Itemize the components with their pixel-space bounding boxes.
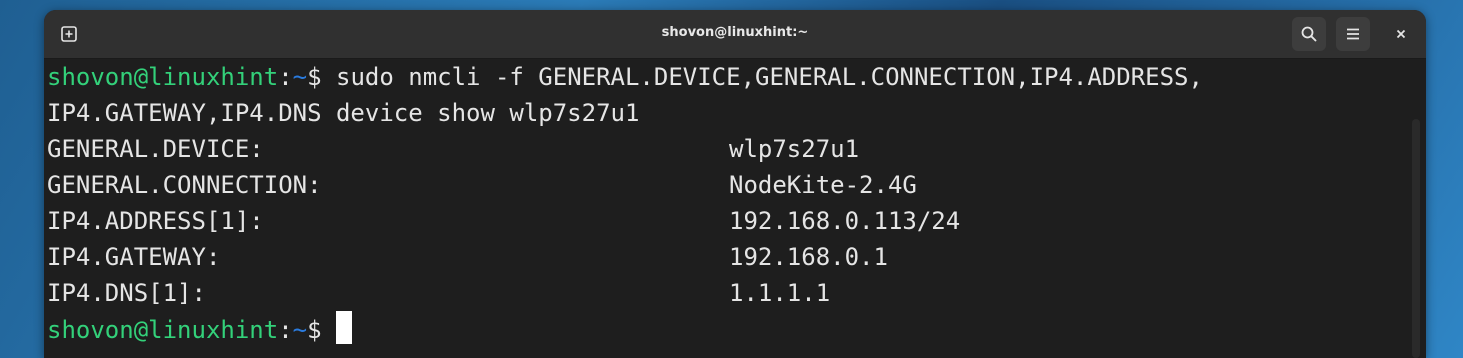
output-row: GENERAL.DEVICE: wlp7s27u1 <box>47 131 1426 167</box>
command-text: sudo nmcli -f GENERAL.DEVICE,GENERAL.CON… <box>336 63 1203 91</box>
command-line-2: IP4.GATEWAY,IP4.DNS device show wlp7s27u… <box>47 99 640 127</box>
scrollbar[interactable] <box>1412 119 1420 358</box>
prompt-path: ~ <box>292 316 308 344</box>
desktop-background: shovon@linuxhint:~ shovon@linuxhint:~$ s… <box>0 0 1463 358</box>
prompt-sign: $ <box>307 63 336 91</box>
window-title: shovon@linuxhint:~ <box>661 25 809 40</box>
prompt-path: ~ <box>292 63 308 91</box>
terminal-output-area[interactable]: shovon@linuxhint:~$ sudo nmcli -f GENERA… <box>44 59 1426 358</box>
current-prompt-line: shovon@linuxhint:~$ <box>47 311 1426 347</box>
main-menu-button[interactable] <box>1336 17 1370 51</box>
search-button[interactable] <box>1292 17 1326 51</box>
output-value: wlp7s27u1 <box>729 135 860 163</box>
hamburger-menu-icon <box>1347 28 1359 40</box>
prompt-sign: $ <box>307 316 336 344</box>
output-row: IP4.GATEWAY: 192.168.0.1 <box>47 239 1426 275</box>
terminal-window: shovon@linuxhint:~ shovon@linuxhint:~$ s… <box>44 10 1426 358</box>
close-icon <box>1396 29 1406 39</box>
prompt-user: shovon@linuxhint <box>47 63 279 91</box>
output-row: IP4.DNS[1]: 1.1.1.1 <box>47 275 1426 311</box>
output-row: GENERAL.CONNECTION: NodeKite-2.4G <box>47 167 1426 203</box>
output-key: GENERAL.CONNECTION: <box>47 171 322 199</box>
prompt-separator: : <box>278 316 293 344</box>
output-row: IP4.ADDRESS[1]: 192.168.0.113/24 <box>47 203 1426 239</box>
prompt-user: shovon@linuxhint <box>47 316 279 344</box>
title-bar[interactable]: shovon@linuxhint:~ <box>44 10 1426 59</box>
output-value: NodeKite-2.4G <box>729 171 917 199</box>
close-button[interactable] <box>1384 17 1418 51</box>
output-value: 1.1.1.1 <box>729 279 831 307</box>
prompt-separator: : <box>278 63 293 91</box>
output-value: 192.168.0.113/24 <box>729 207 961 235</box>
output-key: IP4.ADDRESS[1]: <box>47 207 264 235</box>
text-cursor <box>336 311 352 344</box>
output-key: IP4.DNS[1]: <box>47 279 206 307</box>
output-value: 192.168.0.1 <box>729 243 888 271</box>
output-key: GENERAL.DEVICE: <box>47 135 264 163</box>
search-icon <box>1301 26 1317 42</box>
output-key: IP4.GATEWAY: <box>47 243 221 271</box>
command-line-1: shovon@linuxhint:~$ sudo nmcli -f GENERA… <box>47 59 1426 95</box>
